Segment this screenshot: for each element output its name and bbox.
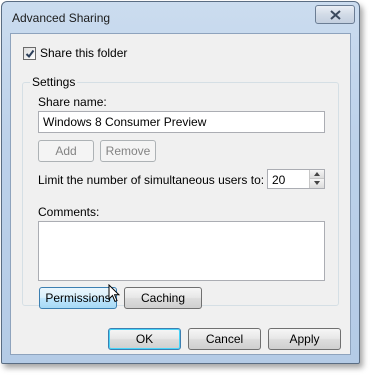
share-name-input[interactable]: Windows 8 Consumer Preview [38, 111, 325, 133]
share-name-label: Share name: [38, 95, 107, 109]
dialog-content: Share this folder Settings Share name: W… [10, 33, 351, 355]
spin-up-button[interactable] [310, 170, 324, 179]
share-folder-label[interactable]: Share this folder [40, 46, 127, 60]
spinner-arrows [309, 170, 324, 188]
limit-users-value[interactable]: 20 [272, 173, 285, 187]
advanced-sharing-dialog: Advanced Sharing Share this folder Setti… [1, 1, 360, 364]
arrow-down-icon [314, 181, 320, 185]
arrow-up-icon [314, 172, 320, 176]
limit-users-spinner[interactable]: 20 [267, 169, 325, 189]
window-title: Advanced Sharing [12, 11, 111, 25]
title-bar[interactable]: Advanced Sharing [2, 2, 359, 32]
cancel-button[interactable]: Cancel [188, 328, 261, 350]
caching-button[interactable]: Caching [124, 287, 202, 309]
settings-group: Settings Share name: Windows 8 Consumer … [22, 75, 339, 309]
close-icon [330, 10, 341, 20]
ok-button[interactable]: OK [108, 328, 181, 350]
comments-input[interactable] [38, 221, 325, 281]
checkmark-icon [25, 49, 35, 58]
apply-button[interactable]: Apply [268, 328, 341, 350]
close-button[interactable] [315, 5, 355, 24]
spin-down-button[interactable] [310, 179, 324, 188]
share-folder-row[interactable]: Share this folder [23, 46, 127, 60]
add-button[interactable]: Add [38, 140, 94, 162]
mouse-pointer-icon [108, 284, 120, 303]
remove-button[interactable]: Remove [100, 140, 156, 162]
comments-label: Comments: [38, 205, 100, 219]
share-folder-checkbox[interactable] [23, 46, 36, 60]
limit-users-label: Limit the number of simultaneous users t… [38, 173, 265, 187]
permissions-button[interactable]: Permissions [39, 287, 117, 309]
settings-group-label: Settings [30, 75, 78, 89]
